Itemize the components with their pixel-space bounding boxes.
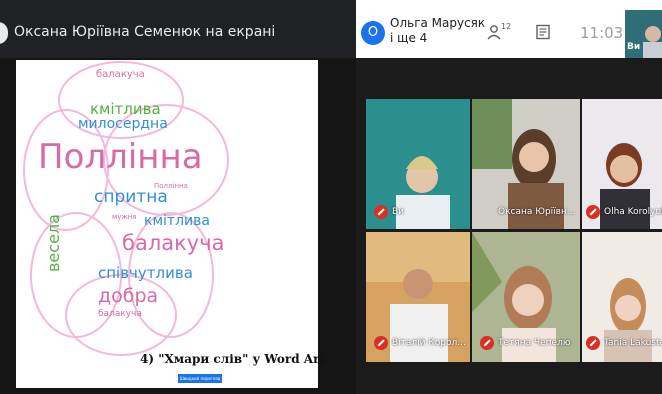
cloud-word: співчутлива <box>98 264 193 282</box>
participants-summary[interactable]: Ольга Марусяк і ще 4 <box>390 16 485 46</box>
cloud-word: Поллінна <box>38 137 203 177</box>
cloud-word: балакуча <box>122 231 225 255</box>
mic-off-icon <box>374 205 388 219</box>
participants-count: 12 <box>501 22 512 31</box>
participants-line-2: і ще 4 <box>390 31 428 45</box>
participant-avatar[interactable]: О <box>361 21 385 45</box>
cloud-word: добра <box>98 285 159 307</box>
cloud-word: милосердна <box>78 116 168 132</box>
participant-name: Olha Korolyuk <box>604 207 662 217</box>
slide-button[interactable]: Швидкий перегляд <box>178 374 222 383</box>
mic-off-icon <box>480 336 494 350</box>
participant-tile[interactable]: Оксана Юріївн... <box>472 99 580 229</box>
participant-name: Тетяна Чепелю <box>498 338 571 348</box>
cloud-word: мужня <box>112 213 137 221</box>
participants-line-1: Ольга Марусяк <box>390 16 486 30</box>
meeting-clock: 11:03 <box>580 24 624 42</box>
mic-off-icon <box>586 205 600 219</box>
participant-name: Tania Lakusta <box>604 338 662 348</box>
cloud-word: спритна <box>94 187 168 207</box>
participant-name: Ви <box>392 207 405 217</box>
presenter-title: Оксана Юріївна Семенюк на екрані <box>14 24 276 40</box>
mic-off-icon <box>374 336 388 350</box>
cloud-word: кмітлива <box>144 213 210 229</box>
participant-name: Віталій Корол... <box>392 338 466 348</box>
participant-tile[interactable]: Віталій Корол... <box>366 232 470 362</box>
self-label: Ви <box>627 42 641 52</box>
participant-name: Оксана Юріївн... <box>498 207 576 217</box>
cloud-word: балакуча <box>98 309 142 319</box>
participant-tile[interactable]: Тетяна Чепелю <box>472 232 580 362</box>
participant-tile[interactable]: Ви <box>366 99 470 229</box>
mic-off-icon <box>586 336 600 350</box>
slide: балакуча кмітлива милосердна Поллінна сп… <box>16 60 318 388</box>
participant-tile[interactable]: Olha Korolyuk <box>582 99 662 229</box>
cloud-word: Поллінна <box>154 182 188 190</box>
participant-tile[interactable]: Tania Lakusta <box>582 232 662 362</box>
cloud-word: весела <box>44 214 63 272</box>
cloud-word: балакуча <box>96 69 145 80</box>
slide-caption: 4) "Хмари слів" у Word Art <box>140 352 325 366</box>
chat-icon[interactable] <box>535 24 551 40</box>
cloud-word: кмітлива <box>90 100 161 118</box>
